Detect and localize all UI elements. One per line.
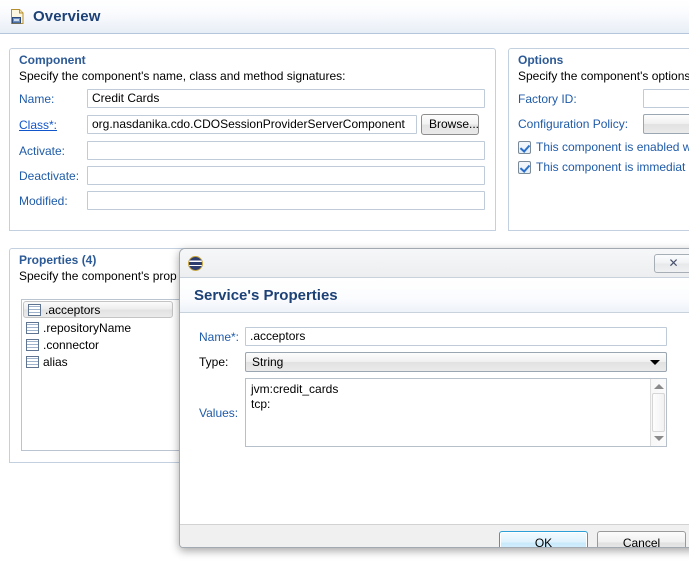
property-icon [26, 355, 39, 368]
page-header: Overview [0, 0, 689, 34]
checkbox-immediate-label: This component is immediat [536, 160, 686, 174]
page-title: Overview [33, 8, 101, 25]
properties-list[interactable]: .acceptors .repositoryName .connector al… [21, 299, 181, 451]
field-row-configuration-policy: Configuration Policy: [518, 114, 689, 134]
configuration-policy-combo[interactable] [643, 114, 689, 134]
name-input[interactable] [87, 89, 485, 108]
field-row-activate: Activate: [19, 141, 495, 160]
checkbox-row-immediate[interactable]: This component is immediat [518, 160, 689, 174]
activate-label: Activate: [19, 143, 66, 158]
cancel-button[interactable]: Cancel [597, 531, 686, 547]
dialog-values-textarea[interactable]: jvm:credit_cards tcp: [245, 378, 667, 447]
component-section-title: Component [19, 53, 86, 67]
checkbox-immediate[interactable] [518, 160, 531, 174]
overview-form-page: Overview Component Specify the component… [0, 0, 689, 561]
list-item-label: alias [43, 354, 68, 369]
dialog-field-row-type: Type: String [180, 352, 689, 372]
options-section-title: Options [518, 53, 564, 67]
property-icon [26, 321, 39, 334]
eclipse-icon [188, 255, 203, 271]
dialog-banner: Service's Properties [180, 277, 689, 313]
checkbox-enabled-label: This component is enabled w [536, 140, 689, 154]
dialog-values-text: jvm:credit_cards tcp: [251, 382, 339, 411]
dialog-type-combo[interactable]: String [245, 352, 667, 372]
list-item-label: .acceptors [45, 302, 101, 317]
class-input[interactable] [87, 115, 417, 134]
dialog-footer: OK Cancel [180, 524, 689, 547]
list-item[interactable]: alias [22, 353, 180, 370]
field-row-deactivate: Deactivate: [19, 166, 495, 185]
dialog-body: Name*: Type: String Values: jvm:credit_c… [180, 313, 689, 524]
list-item-label: .repositoryName [43, 320, 132, 335]
list-item-label: .connector [43, 337, 100, 352]
property-icon [26, 338, 39, 351]
values-scrollbar[interactable] [650, 379, 666, 446]
field-row-modified: Modified: [19, 191, 495, 210]
field-row-factory-id: Factory ID: [518, 89, 689, 108]
modified-input[interactable] [87, 191, 485, 210]
ok-button[interactable]: OK [499, 531, 588, 547]
deactivate-label: Deactivate: [19, 168, 80, 183]
field-row-class: Class*: Browse... [19, 114, 495, 135]
scrollbar-thumb[interactable] [652, 393, 665, 432]
property-icon [28, 303, 41, 316]
factory-id-label: Factory ID: [518, 91, 577, 106]
class-link[interactable]: Class*: [19, 118, 87, 132]
options-section: Options Specify the component's options … [508, 48, 689, 231]
dialog-name-label: Name*: [199, 329, 240, 344]
factory-id-input[interactable] [643, 89, 689, 108]
deactivate-input[interactable] [87, 166, 485, 185]
checkbox-enabled[interactable] [518, 140, 531, 154]
scroll-down-icon[interactable] [654, 436, 664, 441]
modified-label: Modified: [19, 193, 68, 208]
document-icon [9, 8, 26, 25]
chevron-down-icon [650, 359, 660, 365]
options-section-description: Specify the component's options [518, 69, 689, 83]
dialog-titlebar[interactable]: ✕ [180, 249, 689, 277]
configuration-policy-label: Configuration Policy: [518, 117, 629, 131]
dialog-field-row-name: Name*: [180, 327, 689, 346]
component-section-description: Specify the component's name, class and … [19, 69, 346, 83]
list-item[interactable]: .acceptors [23, 301, 173, 318]
dialog-title: Service's Properties [194, 286, 338, 304]
list-item[interactable]: .connector [22, 336, 180, 353]
component-section: Component Specify the component's name, … [9, 48, 496, 231]
browse-button[interactable]: Browse... [421, 114, 479, 135]
list-item[interactable]: .repositoryName [22, 319, 180, 336]
scroll-up-icon[interactable] [654, 384, 664, 389]
close-icon[interactable]: ✕ [654, 253, 689, 273]
dialog-field-row-values: Values: jvm:credit_cards tcp: [180, 378, 689, 447]
dialog-type-value: String [252, 355, 284, 369]
checkbox-row-enabled[interactable]: This component is enabled w [518, 140, 689, 154]
dialog-type-label: Type: [199, 355, 229, 369]
dialog-values-label: Values: [199, 405, 239, 420]
name-label: Name: [19, 91, 55, 106]
activate-input[interactable] [87, 141, 485, 160]
field-row-name: Name: [19, 89, 495, 108]
dialog-name-input[interactable] [245, 327, 667, 346]
service-properties-dialog: ✕ Service's Properties Name*: Type: Stri… [179, 248, 689, 548]
